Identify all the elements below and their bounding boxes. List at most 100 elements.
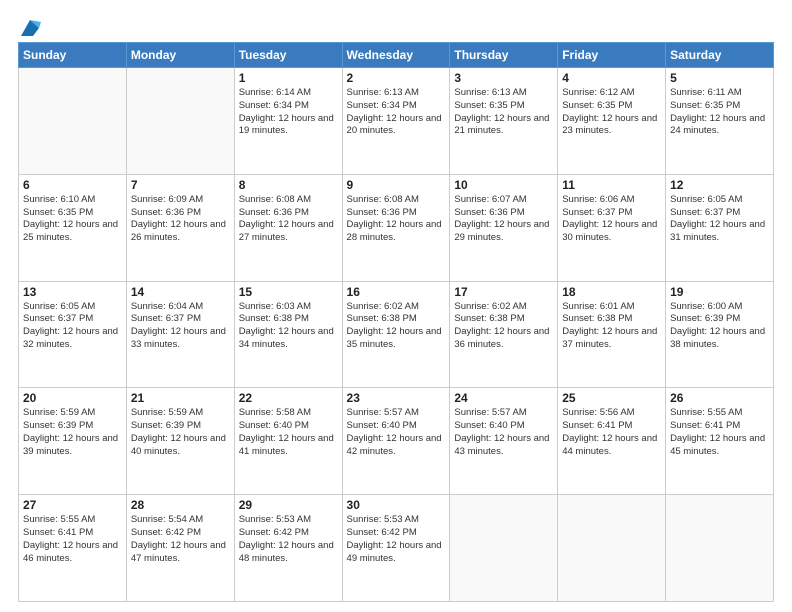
calendar-cell [558, 495, 666, 602]
day-info: Sunrise: 6:09 AM Sunset: 6:36 PM Dayligh… [131, 194, 230, 245]
day-number: 12 [670, 178, 769, 192]
day-info: Sunrise: 5:59 AM Sunset: 6:39 PM Dayligh… [131, 407, 230, 458]
day-number: 18 [562, 285, 661, 299]
day-info: Sunrise: 5:54 AM Sunset: 6:42 PM Dayligh… [131, 514, 230, 565]
day-number: 10 [454, 178, 553, 192]
day-info: Sunrise: 5:59 AM Sunset: 6:39 PM Dayligh… [23, 407, 122, 458]
day-number: 14 [131, 285, 230, 299]
calendar-cell: 17 Sunrise: 6:02 AM Sunset: 6:38 PM Dayli… [450, 281, 558, 388]
week-row-3: 20 Sunrise: 5:59 AM Sunset: 6:39 PM Dayli… [19, 388, 774, 495]
calendar-cell: 6 Sunrise: 6:10 AM Sunset: 6:35 PM Daylig… [19, 174, 127, 281]
day-info: Sunrise: 6:13 AM Sunset: 6:34 PM Dayligh… [347, 87, 446, 138]
day-info: Sunrise: 6:13 AM Sunset: 6:35 PM Dayligh… [454, 87, 553, 138]
calendar-cell: 12 Sunrise: 6:05 AM Sunset: 6:37 PM Dayli… [666, 174, 774, 281]
header [18, 18, 774, 32]
weekday-sunday: Sunday [19, 43, 127, 68]
day-info: Sunrise: 6:04 AM Sunset: 6:37 PM Dayligh… [131, 301, 230, 352]
day-info: Sunrise: 6:05 AM Sunset: 6:37 PM Dayligh… [23, 301, 122, 352]
day-info: Sunrise: 6:05 AM Sunset: 6:37 PM Dayligh… [670, 194, 769, 245]
calendar-cell: 26 Sunrise: 5:55 AM Sunset: 6:41 PM Dayli… [666, 388, 774, 495]
weekday-tuesday: Tuesday [234, 43, 342, 68]
calendar-cell: 15Sunrise: 6:03 AM Sunset: 6:38 PM Dayli… [234, 281, 342, 388]
logo [18, 18, 41, 32]
day-number: 17 [454, 285, 553, 299]
calendar-cell: 9Sunrise: 6:08 AM Sunset: 6:36 PM Daylig… [342, 174, 450, 281]
calendar-cell: 8 Sunrise: 6:08 AM Sunset: 6:36 PM Daylig… [234, 174, 342, 281]
day-number: 23 [347, 391, 446, 405]
day-info: Sunrise: 6:02 AM Sunset: 6:38 PM Dayligh… [347, 301, 446, 352]
day-number: 2 [347, 71, 446, 85]
day-number: 5 [670, 71, 769, 85]
day-number: 1 [239, 71, 338, 85]
day-number: 7 [131, 178, 230, 192]
calendar-cell [450, 495, 558, 602]
day-number: 27 [23, 498, 122, 512]
day-info: Sunrise: 5:58 AM Sunset: 6:40 PM Dayligh… [239, 407, 338, 458]
week-row-2: 13Sunrise: 6:05 AM Sunset: 6:37 PM Dayli… [19, 281, 774, 388]
day-number: 16 [347, 285, 446, 299]
calendar-cell: 13Sunrise: 6:05 AM Sunset: 6:37 PM Dayli… [19, 281, 127, 388]
weekday-thursday: Thursday [450, 43, 558, 68]
calendar-cell: 28 Sunrise: 5:54 AM Sunset: 6:42 PM Dayli… [126, 495, 234, 602]
day-number: 24 [454, 391, 553, 405]
day-info: Sunrise: 5:57 AM Sunset: 6:40 PM Dayligh… [454, 407, 553, 458]
day-number: 19 [670, 285, 769, 299]
week-row-4: 27 Sunrise: 5:55 AM Sunset: 6:41 PM Dayli… [19, 495, 774, 602]
calendar-table: SundayMondayTuesdayWednesdayThursdayFrid… [18, 42, 774, 602]
calendar-cell: 5 Sunrise: 6:11 AM Sunset: 6:35 PM Daylig… [666, 68, 774, 175]
day-number: 22 [239, 391, 338, 405]
day-number: 4 [562, 71, 661, 85]
calendar-cell: 4Sunrise: 6:12 AM Sunset: 6:35 PM Daylig… [558, 68, 666, 175]
day-number: 30 [347, 498, 446, 512]
weekday-wednesday: Wednesday [342, 43, 450, 68]
calendar-cell: 14 Sunrise: 6:04 AM Sunset: 6:37 PM Dayli… [126, 281, 234, 388]
day-info: Sunrise: 6:11 AM Sunset: 6:35 PM Dayligh… [670, 87, 769, 138]
calendar-cell: 16 Sunrise: 6:02 AM Sunset: 6:38 PM Dayli… [342, 281, 450, 388]
calendar-cell: 30Sunrise: 5:53 AM Sunset: 6:42 PM Dayli… [342, 495, 450, 602]
calendar-cell: 29Sunrise: 5:53 AM Sunset: 6:42 PM Dayli… [234, 495, 342, 602]
calendar-cell: 24 Sunrise: 5:57 AM Sunset: 6:40 PM Dayli… [450, 388, 558, 495]
day-number: 6 [23, 178, 122, 192]
calendar-cell: 10 Sunrise: 6:07 AM Sunset: 6:36 PM Dayli… [450, 174, 558, 281]
week-row-1: 6 Sunrise: 6:10 AM Sunset: 6:35 PM Daylig… [19, 174, 774, 281]
calendar-cell: 21Sunrise: 5:59 AM Sunset: 6:39 PM Dayli… [126, 388, 234, 495]
calendar-cell: 18 Sunrise: 6:01 AM Sunset: 6:38 PM Dayli… [558, 281, 666, 388]
day-number: 8 [239, 178, 338, 192]
day-number: 26 [670, 391, 769, 405]
day-info: Sunrise: 6:02 AM Sunset: 6:38 PM Dayligh… [454, 301, 553, 352]
calendar-cell [666, 495, 774, 602]
calendar-cell: 23 Sunrise: 5:57 AM Sunset: 6:40 PM Dayli… [342, 388, 450, 495]
day-info: Sunrise: 6:07 AM Sunset: 6:36 PM Dayligh… [454, 194, 553, 245]
calendar-cell: 11 Sunrise: 6:06 AM Sunset: 6:37 PM Dayli… [558, 174, 666, 281]
day-number: 15 [239, 285, 338, 299]
day-info: Sunrise: 5:55 AM Sunset: 6:41 PM Dayligh… [670, 407, 769, 458]
page: SundayMondayTuesdayWednesdayThursdayFrid… [0, 0, 792, 612]
day-number: 29 [239, 498, 338, 512]
calendar-cell: 20 Sunrise: 5:59 AM Sunset: 6:39 PM Dayli… [19, 388, 127, 495]
day-info: Sunrise: 6:06 AM Sunset: 6:37 PM Dayligh… [562, 194, 661, 245]
calendar-cell [126, 68, 234, 175]
day-info: Sunrise: 6:00 AM Sunset: 6:39 PM Dayligh… [670, 301, 769, 352]
day-info: Sunrise: 5:55 AM Sunset: 6:41 PM Dayligh… [23, 514, 122, 565]
calendar-cell: 1 Sunrise: 6:14 AM Sunset: 6:34 PM Daylig… [234, 68, 342, 175]
day-info: Sunrise: 6:08 AM Sunset: 6:36 PM Dayligh… [347, 194, 446, 245]
weekday-header-row: SundayMondayTuesdayWednesdayThursdayFrid… [19, 43, 774, 68]
day-number: 20 [23, 391, 122, 405]
weekday-monday: Monday [126, 43, 234, 68]
day-number: 25 [562, 391, 661, 405]
calendar-cell: 25Sunrise: 5:56 AM Sunset: 6:41 PM Dayli… [558, 388, 666, 495]
day-info: Sunrise: 6:14 AM Sunset: 6:34 PM Dayligh… [239, 87, 338, 138]
day-info: Sunrise: 6:01 AM Sunset: 6:38 PM Dayligh… [562, 301, 661, 352]
day-info: Sunrise: 6:10 AM Sunset: 6:35 PM Dayligh… [23, 194, 122, 245]
calendar-cell: 3 Sunrise: 6:13 AM Sunset: 6:35 PM Daylig… [450, 68, 558, 175]
day-number: 11 [562, 178, 661, 192]
day-info: Sunrise: 5:57 AM Sunset: 6:40 PM Dayligh… [347, 407, 446, 458]
weekday-friday: Friday [558, 43, 666, 68]
day-number: 28 [131, 498, 230, 512]
calendar-cell [19, 68, 127, 175]
calendar-cell: 19 Sunrise: 6:00 AM Sunset: 6:39 PM Dayli… [666, 281, 774, 388]
logo-icon [19, 18, 41, 38]
day-info: Sunrise: 6:08 AM Sunset: 6:36 PM Dayligh… [239, 194, 338, 245]
day-number: 3 [454, 71, 553, 85]
weekday-saturday: Saturday [666, 43, 774, 68]
